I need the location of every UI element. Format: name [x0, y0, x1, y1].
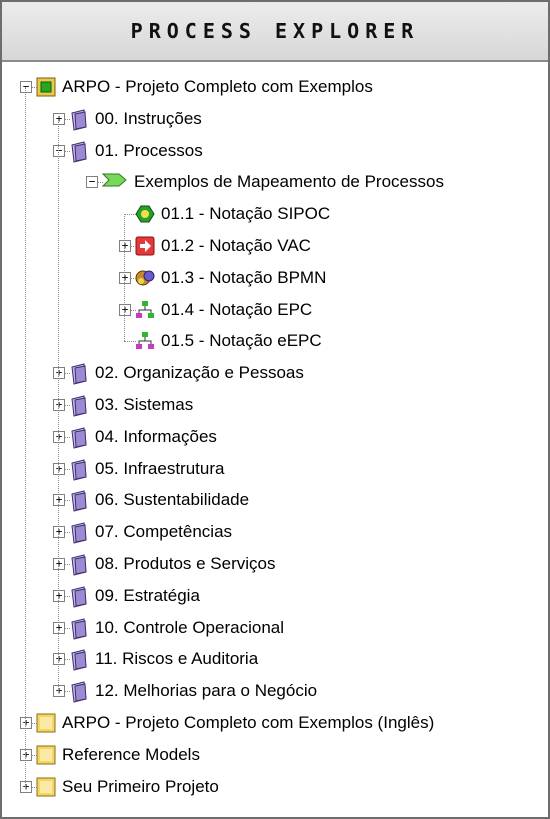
folder-icon: [69, 554, 89, 576]
folder-icon: [69, 681, 89, 703]
vac-arrow-icon: [135, 236, 155, 256]
tree-item[interactable]: 03. Sistemas: [69, 389, 193, 421]
tree-item-label: 11. Riscos e Auditoria: [95, 649, 259, 669]
tree-item-label: 12. Melhorias para o Negócio: [95, 681, 318, 701]
project-yellow-icon: [36, 777, 56, 797]
tree-item[interactable]: 05. Infraestrutura: [69, 453, 224, 485]
expand-toggle[interactable]: +: [53, 621, 65, 634]
tree-item[interactable]: 00. Instruções: [69, 103, 202, 135]
tree-item[interactable]: 09. Estratégia: [69, 580, 200, 612]
tree-item-label: 09. Estratégia: [95, 585, 200, 605]
tree-item-label: 04. Informações: [95, 426, 217, 446]
folder-icon: [69, 490, 89, 513]
epc-icon: [135, 300, 155, 320]
expand-toggle[interactable]: +: [53, 685, 65, 698]
collapse-toggle[interactable]: −: [86, 176, 98, 189]
tree-item-label: 07. Competências: [95, 522, 233, 542]
folder-icon: [69, 458, 89, 481]
collapse-toggle[interactable]: −: [20, 81, 32, 93]
panel-header: PROCESS EXPLORER: [2, 2, 548, 62]
tree-item[interactable]: 01. Processos: [69, 135, 203, 167]
tree-item-label: 06. Sustentabilidade: [95, 490, 250, 510]
sipoc-hexagon-icon: [135, 204, 155, 224]
tree-item[interactable]: 06. Sustentabilidade: [69, 484, 249, 516]
folder-icon: [69, 649, 89, 672]
tree-item[interactable]: Seu Primeiro Projeto: [36, 771, 219, 803]
folder-icon: [69, 363, 89, 385]
project-yellow-icon: [36, 745, 56, 765]
process-tree[interactable]: ARPO - Projeto Completo com Exemplos − 00.…: [2, 62, 548, 817]
expand-toggle[interactable]: +: [53, 526, 65, 539]
tree-guide-line: [58, 118, 59, 692]
expand-toggle[interactable]: +: [53, 367, 65, 380]
expand-toggle[interactable]: +: [53, 399, 65, 411]
project-green-icon: [36, 77, 56, 97]
tree-item[interactable]: Reference Models: [36, 739, 200, 771]
tree-item[interactable]: 11. Riscos e Auditoria: [69, 643, 258, 675]
project-yellow-icon: [36, 713, 56, 733]
tree-item[interactable]: ARPO - Projeto Completo com Exemplos (In…: [36, 707, 434, 739]
folder-icon: [69, 109, 89, 131]
tree-item-label: Reference Models: [62, 744, 200, 764]
tree-item-label: 08. Produtos e Serviços: [95, 554, 276, 573]
tree-item-label: Seu Primeiro Projeto: [62, 776, 219, 796]
collapse-toggle[interactable]: −: [53, 144, 65, 157]
tree-connector: [124, 341, 136, 343]
expand-toggle[interactable]: +: [119, 303, 131, 316]
tree-item[interactable]: 10. Controle Operacional: [69, 612, 284, 644]
tree-item[interactable]: Exemplos de Mapeamento de Processos: [101, 166, 444, 198]
expand-toggle[interactable]: +: [53, 462, 65, 475]
tree-item[interactable]: 01.5 - Notação eEPC: [135, 325, 322, 357]
tree-connector: [124, 214, 136, 216]
process-explorer-panel: PROCESS EXPLORER ARPO - Projeto Completo…: [0, 0, 550, 819]
tree-item-label: 03. Sistemas: [95, 395, 194, 414]
expand-toggle[interactable]: +: [53, 589, 65, 602]
expand-toggle[interactable]: +: [53, 653, 65, 666]
tree-item-label: ARPO - Projeto Completo com Exemplos: [62, 77, 373, 96]
folder-icon: [69, 427, 89, 449]
expand-toggle[interactable]: +: [53, 494, 65, 507]
tree-item-label: 01.4 - Notação EPC: [161, 299, 313, 319]
panel-title: PROCESS EXPLORER: [130, 19, 420, 43]
expand-toggle[interactable]: +: [53, 558, 65, 570]
tree-guide-line: [124, 214, 125, 342]
expand-toggle[interactable]: +: [20, 780, 32, 793]
tree-item-label: 02. Organização e Pessoas: [95, 363, 304, 383]
bpmn-icon: [135, 268, 155, 288]
tree-item[interactable]: 02. Organização e Pessoas: [69, 357, 304, 389]
tree-item-label: ARPO - Projeto Completo com Exemplos (In…: [62, 713, 435, 732]
folder-icon: [69, 395, 89, 417]
tree-item-label: 01.2 - Notação VAC: [161, 236, 311, 255]
tree-item[interactable]: 04. Informações: [69, 421, 217, 453]
expand-toggle[interactable]: +: [53, 112, 65, 125]
tree-item-label: 01.1 - Notação SIPOC: [161, 204, 331, 224]
tree-item-label: 01.3 - Notação BPMN: [161, 267, 327, 287]
tree-item-label: 01.5 - Notação eEPC: [161, 331, 322, 351]
folder-icon: [69, 617, 89, 640]
tree-item-label: Exemplos de Mapeamento de Processos: [134, 172, 444, 192]
folder-icon: [69, 522, 89, 544]
eepc-icon: [135, 331, 155, 351]
tree-item[interactable]: 01.4 - Notação EPC: [135, 294, 312, 326]
tree-item[interactable]: 01.3 - Notação BPMN: [135, 262, 326, 294]
process-chevron-icon: [101, 172, 128, 192]
tree-item[interactable]: 07. Competências: [69, 516, 232, 548]
expand-toggle[interactable]: +: [119, 271, 131, 284]
folder-icon: [69, 140, 89, 163]
tree-guide-line: [25, 87, 26, 787]
tree-item[interactable]: 01.1 - Notação SIPOC: [135, 198, 330, 230]
tree-item-label: 01. Processos: [95, 140, 203, 160]
expand-toggle[interactable]: +: [20, 717, 32, 729]
expand-toggle[interactable]: +: [20, 748, 32, 761]
tree-item-label: 05. Infraestrutura: [95, 458, 225, 478]
tree-item[interactable]: 08. Produtos e Serviços: [69, 548, 275, 580]
tree-item-label: 00. Instruções: [95, 108, 202, 128]
tree-item[interactable]: 01.2 - Notação VAC: [135, 230, 311, 262]
tree-item[interactable]: ARPO - Projeto Completo com Exemplos: [36, 71, 373, 103]
expand-toggle[interactable]: +: [53, 430, 65, 443]
expand-toggle[interactable]: +: [119, 240, 131, 252]
tree-item[interactable]: 12. Melhorias para o Negócio: [69, 675, 317, 707]
folder-icon: [69, 586, 89, 608]
tree-item-label: 10. Controle Operacional: [95, 617, 285, 637]
